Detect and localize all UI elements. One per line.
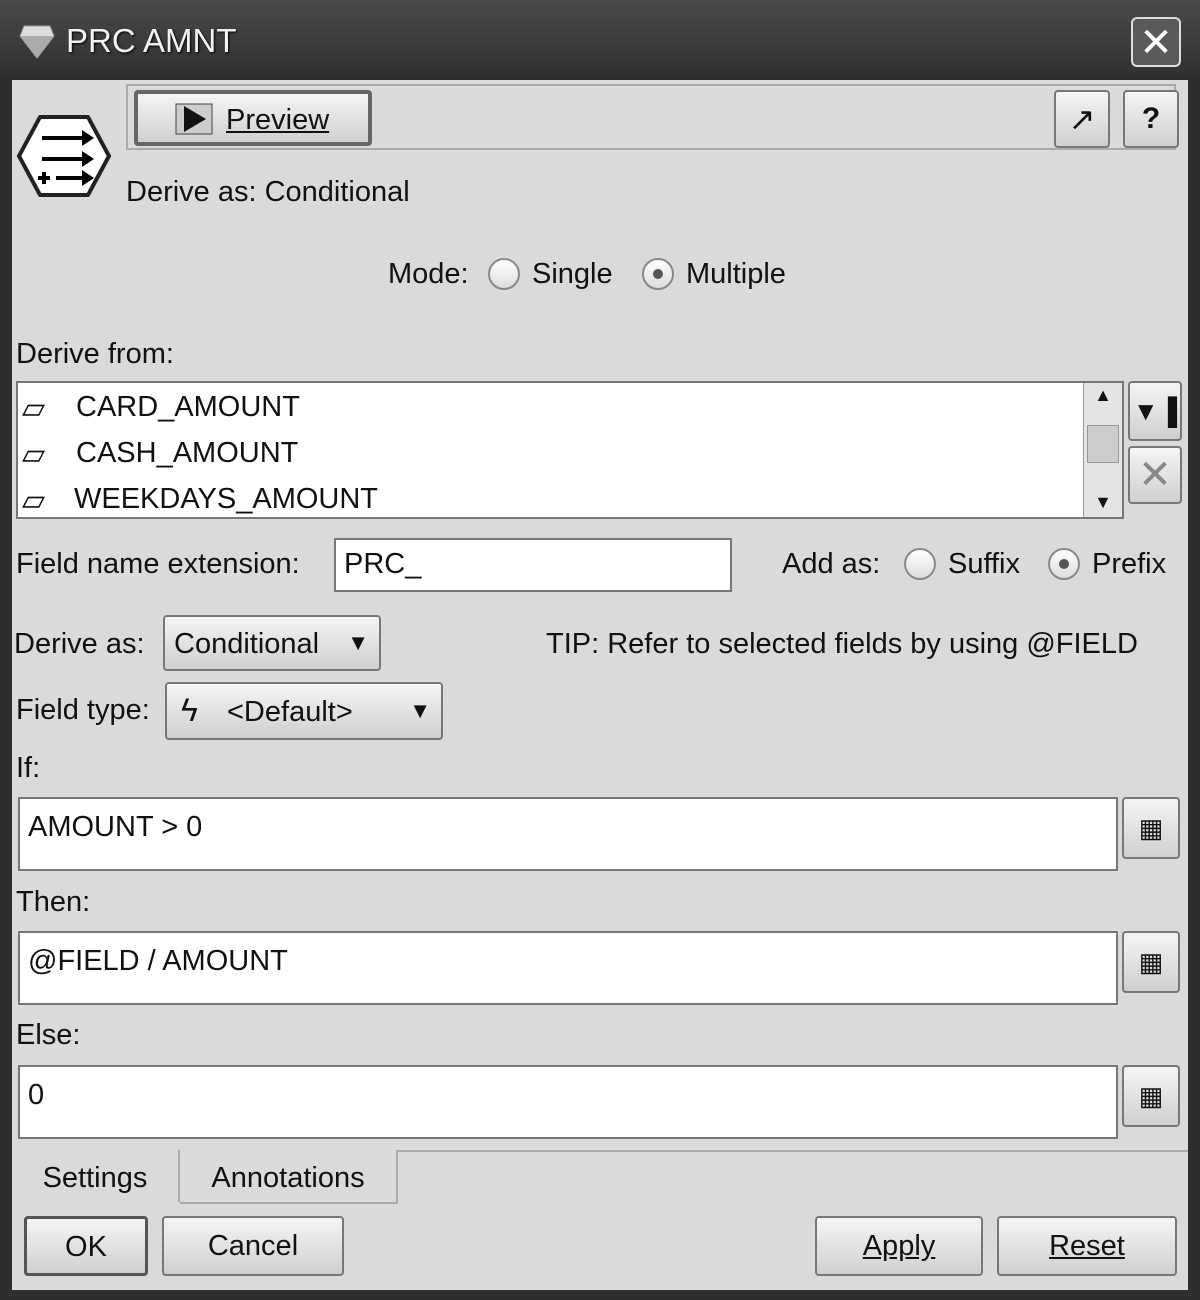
chevron-down-icon: ▼ bbox=[347, 630, 369, 655]
window-title: PRC AMNT bbox=[66, 22, 237, 59]
preview-button[interactable]: Preview bbox=[134, 90, 372, 146]
field-type-dropdown[interactable]: ϟ <Default> ▼ bbox=[165, 682, 443, 740]
if-label: If: bbox=[16, 752, 41, 784]
apply-button[interactable]: Apply bbox=[815, 1216, 983, 1276]
mode-single-radio[interactable] bbox=[488, 258, 520, 290]
title-bar: PRC AMNT ✕ bbox=[0, 0, 1200, 80]
reset-button[interactable]: Reset bbox=[997, 1216, 1177, 1276]
ruler-icon: ▱ bbox=[22, 438, 46, 471]
mode-single-label: Single bbox=[532, 258, 613, 290]
suffix-label: Suffix bbox=[948, 548, 1021, 580]
prefix-radio[interactable] bbox=[1048, 548, 1080, 580]
calculator-icon: ▦ bbox=[1138, 1081, 1164, 1111]
prefix-label: Prefix bbox=[1092, 548, 1167, 580]
cancel-button[interactable]: Cancel bbox=[162, 1216, 344, 1276]
derive-as-dropdown[interactable]: Conditional ▼ bbox=[163, 615, 381, 671]
add-as-label: Add as: bbox=[782, 548, 881, 580]
field-picker-icon: ▼▐ bbox=[1132, 396, 1178, 426]
tip-text: TIP: Refer to selected fields by using @… bbox=[546, 628, 1138, 660]
mode-label: Mode: bbox=[388, 258, 469, 290]
app-gem-icon bbox=[19, 25, 55, 59]
if-expression-input[interactable]: AMOUNT > 0 bbox=[18, 797, 1118, 871]
extension-input[interactable]: PRC_ bbox=[334, 538, 732, 592]
ruler-icon: ▱ bbox=[22, 484, 46, 517]
if-expression-builder-button[interactable]: ▦ bbox=[1122, 797, 1180, 859]
calculator-icon: ▦ bbox=[1138, 947, 1164, 977]
preview-label: Preview bbox=[226, 104, 330, 136]
field-type-value: <Default> bbox=[227, 696, 353, 728]
derive-from-label: Derive from: bbox=[16, 338, 174, 370]
scroll-up-icon[interactable]: ▲ bbox=[1084, 385, 1122, 406]
then-expression-builder-button[interactable]: ▦ bbox=[1122, 931, 1180, 993]
else-expression-input[interactable]: 0 bbox=[18, 1065, 1118, 1139]
ruler-icon: ▱ bbox=[22, 392, 46, 425]
tab-settings[interactable]: Settings bbox=[12, 1150, 180, 1202]
tab-annotations[interactable]: Annotations bbox=[180, 1150, 398, 1204]
scroll-thumb[interactable] bbox=[1087, 425, 1119, 463]
derive-as-label: Derive as: bbox=[14, 628, 145, 660]
else-expression-builder-button[interactable]: ▦ bbox=[1122, 1065, 1180, 1127]
derive-as-value: Conditional bbox=[174, 628, 320, 660]
list-item-label: WEEKDAYS_AMOUNT bbox=[74, 483, 379, 515]
list-item-label: CARD_AMOUNT bbox=[76, 391, 300, 423]
delete-field-button[interactable]: ✕ bbox=[1128, 446, 1182, 504]
chevron-down-icon: ▼ bbox=[409, 698, 431, 723]
derive-summary: Derive as: Conditional bbox=[126, 176, 410, 208]
help-button[interactable]: ? bbox=[1123, 90, 1179, 148]
field-picker-button[interactable]: ▼▐ bbox=[1128, 381, 1182, 441]
close-icon[interactable]: ✕ bbox=[1131, 17, 1181, 67]
suffix-radio[interactable] bbox=[904, 548, 936, 580]
question-mark-icon: ? bbox=[1141, 102, 1161, 135]
mode-multiple-label: Multiple bbox=[686, 258, 786, 290]
derive-node-icon bbox=[16, 115, 112, 197]
derive-from-list[interactable]: ▱ CARD_AMOUNT ▱ CASH_AMOUNT ▱ WEEKDAYS_AMOU… bbox=[16, 381, 1124, 519]
scroll-down-icon[interactable]: ▼ bbox=[1084, 492, 1122, 513]
mode-multiple-radio[interactable] bbox=[642, 258, 674, 290]
field-type-label: Field type: bbox=[16, 694, 150, 726]
lightning-icon: ϟ bbox=[181, 692, 198, 728]
ok-button[interactable]: OK bbox=[24, 1216, 148, 1276]
scrollbar[interactable]: ▲ ▼ bbox=[1083, 383, 1122, 517]
calculator-icon: ▦ bbox=[1138, 813, 1164, 843]
then-label: Then: bbox=[16, 886, 91, 918]
else-label: Else: bbox=[16, 1019, 81, 1051]
film-play-icon bbox=[175, 103, 213, 135]
extension-label: Field name extension: bbox=[16, 548, 300, 580]
delete-x-icon: ✕ bbox=[1138, 453, 1172, 497]
then-expression-input[interactable]: @FIELD / AMOUNT bbox=[18, 931, 1118, 1005]
arrow-up-right-icon: ↗ bbox=[1068, 101, 1096, 137]
list-item-label: CASH_AMOUNT bbox=[76, 437, 299, 469]
expand-button[interactable]: ↗ bbox=[1054, 90, 1110, 148]
